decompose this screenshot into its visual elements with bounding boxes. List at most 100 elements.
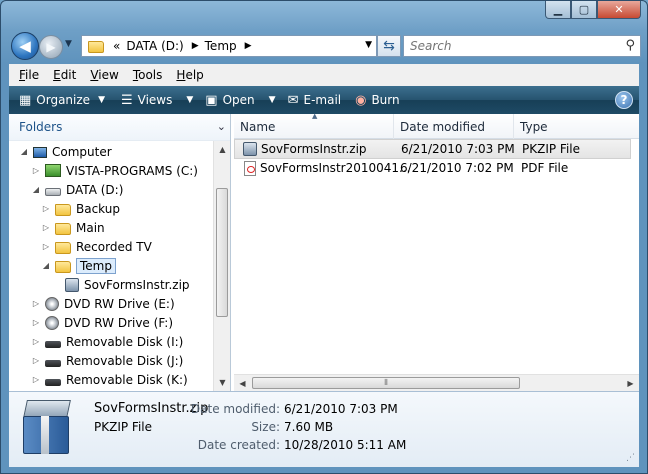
tree-item-main[interactable]: ▷ Main — [41, 218, 105, 237]
tree-item-k-drive[interactable]: ▷ Removable Disk (K:) — [31, 370, 188, 389]
recent-pages-dropdown[interactable]: ▼ — [65, 39, 72, 49]
removable-disk-icon — [45, 340, 61, 348]
breadcrumb-temp[interactable]: Temp — [205, 39, 237, 53]
address-dropdown-icon[interactable]: ▼ — [365, 40, 372, 50]
open-dropdown-icon: ▼ — [268, 95, 276, 105]
tree-item-recorded-tv[interactable]: ▷ Recorded TV — [41, 237, 152, 256]
chevron-down-icon[interactable]: ⌄ — [217, 120, 226, 133]
tree-item-temp[interactable]: ◢ Temp — [41, 256, 116, 275]
zip-icon — [65, 277, 79, 292]
address-bar[interactable]: « DATA (D:) ▶ Temp ▶ ▼ — [81, 35, 377, 57]
help-icon[interactable]: ? — [615, 91, 633, 109]
tree-item-c-drive[interactable]: ▷ VISTA-PROGRAMS (C:) — [31, 161, 198, 180]
dvd-icon — [45, 296, 59, 311]
menu-view[interactable]: View — [90, 68, 118, 82]
back-arrow-icon: ◀ — [19, 37, 31, 55]
tree-item-e-drive[interactable]: ▷ DVD RW Drive (E:) — [31, 294, 175, 313]
forward-arrow-icon: ▶ — [46, 40, 56, 54]
folders-header-label: Folders — [19, 120, 63, 134]
tree-item-backup[interactable]: ▷ Backup — [41, 199, 120, 218]
folder-icon — [55, 203, 71, 216]
file-name: SovFormsInstr.zip — [261, 142, 367, 156]
email-label: E-mail — [303, 93, 342, 107]
expand-triangle-icon[interactable]: ▷ — [31, 375, 41, 384]
tree-item-label: DVD RW Drive (E:) — [64, 296, 175, 311]
expand-triangle-icon[interactable]: ▷ — [31, 166, 41, 175]
scroll-down-icon[interactable]: ▼ — [214, 374, 231, 391]
tree-item-label: Removable Disk (K:) — [66, 372, 188, 387]
expand-triangle-icon[interactable]: ▷ — [41, 223, 51, 232]
column-header-type[interactable]: Type — [514, 114, 641, 139]
refresh-button[interactable]: ⇆ — [377, 35, 401, 57]
scroll-left-icon[interactable]: ◀ — [234, 375, 251, 392]
expand-triangle-icon[interactable]: ▷ — [31, 356, 41, 365]
views-icon: ☰ — [120, 92, 133, 108]
explorer-window: ▁ ▢ ✕ ◀ ▶ ▼ « DATA (D:) ▶ Temp ▶ ▼ ⇆ ⚲ F… — [0, 0, 648, 474]
menu-tools-label: ools — [138, 68, 163, 82]
tree-item-computer[interactable]: ◢ Computer — [19, 142, 112, 161]
menu-file[interactable]: File — [19, 68, 39, 82]
search-icon[interactable]: ⚲ — [625, 38, 635, 53]
search-input[interactable] — [410, 39, 610, 53]
views-button[interactable]: ☰ Views ▼ — [121, 93, 193, 108]
tree-item-f-drive[interactable]: ▷ DVD RW Drive (F:) — [31, 313, 173, 332]
address-overflow[interactable]: « — [113, 39, 120, 53]
scrollbar-thumb[interactable] — [216, 188, 228, 317]
maximize-button[interactable]: ▢ — [571, 1, 597, 19]
details-size-value: 7.60 MB — [284, 420, 334, 434]
collapse-triangle-icon[interactable]: ◢ — [41, 261, 51, 270]
menu-help-label: elp — [185, 68, 204, 82]
expand-triangle-icon[interactable]: ▷ — [31, 337, 41, 346]
views-label: Views — [137, 93, 173, 107]
tree-item-label: Computer — [52, 144, 112, 159]
collapse-triangle-icon[interactable]: ◢ — [19, 147, 29, 156]
details-modified-label: Date modified: — [190, 402, 280, 416]
scroll-right-icon[interactable]: ▶ — [622, 375, 639, 392]
expand-triangle-icon[interactable]: ▷ — [41, 242, 51, 251]
tree-vertical-scrollbar[interactable]: ▲ ▼ — [213, 141, 230, 391]
scroll-up-icon[interactable]: ▲ — [214, 141, 231, 158]
menu-tools[interactable]: Tools — [133, 68, 163, 82]
menu-help[interactable]: Help — [176, 68, 203, 82]
burn-label: Burn — [371, 93, 400, 107]
resize-grip-icon[interactable]: ⋰ — [626, 453, 635, 463]
folder-icon — [55, 241, 71, 254]
column-header-name[interactable]: ▲ Name — [234, 112, 394, 139]
collapse-triangle-icon[interactable]: ◢ — [31, 185, 41, 194]
file-row[interactable]: SovFormsInstr2010041... 6/21/2010 7:02 P… — [234, 159, 631, 179]
views-dropdown-icon: ▼ — [186, 95, 194, 105]
column-header-date-modified[interactable]: Date modified — [394, 114, 514, 139]
email-button[interactable]: ✉ E-mail — [288, 93, 342, 108]
tree-item-d-drive[interactable]: ◢ DATA (D:) — [31, 180, 123, 199]
tree-item-i-drive[interactable]: ▷ Removable Disk (I:) — [31, 332, 183, 351]
search-box[interactable]: ⚲ — [403, 35, 641, 57]
tree-item-sovformsinstr-zip[interactable]: SovFormsInstr.zip — [65, 275, 190, 294]
folders-header[interactable]: Folders ⌄ — [9, 114, 230, 141]
zip-file-large-icon — [21, 400, 71, 456]
file-row[interactable]: SovFormsInstr.zip 6/21/2010 7:03 PM PKZI… — [234, 139, 631, 159]
file-list-horizontal-scrollbar[interactable]: ◀ ⦀ ▶ — [234, 374, 639, 391]
forward-button[interactable]: ▶ — [39, 35, 63, 59]
breadcrumb-chevron-icon[interactable]: ▶ — [192, 41, 199, 51]
column-header-label: Name — [240, 119, 276, 134]
burn-button[interactable]: ◉ Burn — [355, 93, 400, 108]
organize-button[interactable]: ▦ Organize ▼ — [19, 93, 105, 108]
details-size-label: Size: — [251, 420, 280, 434]
menu-bar: File Edit View Tools Help — [9, 64, 639, 86]
menu-edit[interactable]: Edit — [53, 68, 76, 82]
close-button[interactable]: ✕ — [597, 1, 641, 19]
back-button[interactable]: ◀ — [11, 32, 39, 60]
breadcrumb-chevron-icon[interactable]: ▶ — [245, 41, 252, 51]
removable-disk-icon — [45, 378, 61, 386]
file-type: PKZIP File — [522, 142, 580, 156]
minimize-button[interactable]: ▁ — [545, 1, 571, 19]
tree-item-j-drive[interactable]: ▷ Removable Disk (J:) — [31, 351, 183, 370]
expand-triangle-icon[interactable]: ▷ — [31, 299, 41, 308]
details-pane: SovFormsInstr.zip PKZIP File Date modifi… — [9, 391, 639, 467]
breadcrumb-data-drive[interactable]: DATA (D:) — [126, 39, 183, 53]
expand-triangle-icon[interactable]: ▷ — [31, 318, 41, 327]
scrollbar-thumb[interactable]: ⦀ — [252, 377, 520, 389]
organize-dropdown-icon: ▼ — [98, 95, 105, 105]
expand-triangle-icon[interactable]: ▷ — [41, 204, 51, 213]
open-button[interactable]: ▣ Open ▼ — [205, 93, 275, 108]
